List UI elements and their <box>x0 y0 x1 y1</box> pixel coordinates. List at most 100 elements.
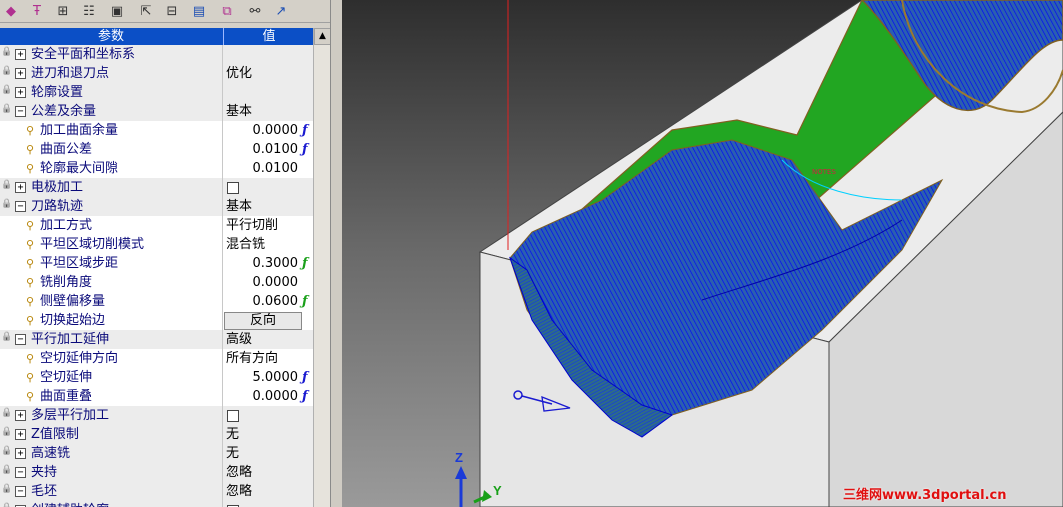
grid-group-row[interactable]: 🔒 − 夹持 忽略 <box>0 463 313 483</box>
grid-property-row[interactable]: ⚲ 空切延伸 5.0000 ƒ <box>0 368 313 388</box>
3d-viewport[interactable]: Z Y <box>342 0 1063 507</box>
grid-property-row[interactable]: ⚲ 空切延伸方向 所有方向 <box>0 349 313 369</box>
property-value[interactable]: 无 <box>226 444 310 463</box>
property-value[interactable]: 忽略 <box>226 482 310 501</box>
link-icon[interactable]: ⚯ <box>246 2 264 20</box>
property-value[interactable]: 0.0000 <box>226 121 299 140</box>
property-value[interactable]: 忽略 <box>226 463 310 482</box>
grid-group-row[interactable]: 🔒 + 进刀和退刀点 优化 <box>0 64 313 84</box>
expand-icon[interactable]: + <box>15 182 26 193</box>
value-column-header[interactable]: 值 <box>223 28 313 45</box>
property-value[interactable]: 0.3000 <box>226 254 299 273</box>
column-divider <box>222 349 223 368</box>
bulb-icon: ⚲ <box>26 124 35 137</box>
expand-icon[interactable]: + <box>15 49 26 60</box>
formula-icon[interactable]: ƒ <box>302 387 308 406</box>
reverse-button[interactable]: 反向 <box>224 312 302 330</box>
lock-icon[interactable]: 🔒 <box>1 332 12 342</box>
monitor-icon[interactable]: ▣ <box>108 2 126 20</box>
property-value[interactable]: 0.0000 <box>226 387 299 406</box>
formula-icon[interactable]: ƒ <box>302 140 308 159</box>
property-value[interactable]: 5.0000 <box>226 368 299 387</box>
expand-icon[interactable]: + <box>15 429 26 440</box>
lock-icon[interactable]: 🔒 <box>1 66 12 76</box>
grid-property-row[interactable]: ⚲ 曲面重叠 0.0000 ƒ <box>0 387 313 407</box>
lock-icon[interactable]: 🔒 <box>1 104 12 114</box>
export-icon[interactable]: ⇱ <box>137 2 155 20</box>
column-divider <box>222 235 223 254</box>
property-value[interactable]: 混合铣 <box>226 235 310 254</box>
param-column-header[interactable]: 参数 <box>0 28 222 45</box>
formula-icon[interactable]: ƒ <box>302 292 308 311</box>
grid-property-row[interactable]: ⚲ 切换起始边 反向 <box>0 311 313 331</box>
lock-icon[interactable]: 🔒 <box>1 465 12 475</box>
grid-group-row[interactable]: 🔒 + 电极加工 <box>0 178 313 198</box>
grid-group-row[interactable]: 🔒−创建辅助轮廓 <box>0 501 313 507</box>
lock-icon[interactable]: 🔒 <box>1 446 12 456</box>
collapse-icon[interactable]: − <box>15 486 26 497</box>
save-icon[interactable]: ▤ <box>190 2 208 20</box>
grid-group-row[interactable]: 🔒 − 刀路轨迹 基本 <box>0 197 313 217</box>
lock-icon[interactable]: 🔒 <box>1 85 12 95</box>
property-checkbox[interactable] <box>227 182 239 194</box>
property-checkbox[interactable] <box>227 410 239 422</box>
grid-group-row[interactable]: 🔒 − 公差及余量 基本 <box>0 102 313 122</box>
property-value[interactable]: 无 <box>226 425 310 444</box>
expand-icon[interactable]: + <box>15 448 26 459</box>
property-value[interactable]: 基本 <box>226 197 310 216</box>
lock-icon[interactable]: 🔒 <box>1 47 12 57</box>
grid-group-row[interactable]: 🔒 − 毛坯 忽略 <box>0 482 313 502</box>
grid-property-row[interactable]: ⚲ 平坦区域步距 0.3000 ƒ <box>0 254 313 274</box>
expand-icon[interactable]: + <box>15 68 26 79</box>
expand-icon[interactable]: + <box>15 87 26 98</box>
collapse-icon[interactable]: − <box>15 467 26 478</box>
grid-property-row[interactable]: ⚲ 铣削角度 0.0000 <box>0 273 313 293</box>
list-icon[interactable]: ☷ <box>80 2 98 20</box>
grid-property-row[interactable]: ⚲ 曲面公差 0.0100 ƒ <box>0 140 313 160</box>
lock-icon[interactable]: 🔒 <box>1 427 12 437</box>
cursor-icon[interactable]: ↗ <box>272 2 290 20</box>
property-value[interactable]: 平行切削 <box>226 216 310 235</box>
property-value[interactable]: 0.0000 <box>226 273 299 292</box>
group-icon[interactable]: ⊞ <box>54 2 72 20</box>
formula-icon[interactable]: ƒ <box>302 254 308 273</box>
lock-icon[interactable]: 🔒 <box>1 503 12 507</box>
grid-property-row[interactable]: ⚲ 加工曲面余量 0.0000 ƒ <box>0 121 313 141</box>
property-name: 曲面公差 <box>40 142 93 157</box>
grid-group-row[interactable]: 🔒 + 安全平面和坐标系 <box>0 45 313 65</box>
lock-icon[interactable]: 🔒 <box>1 180 12 190</box>
expand-icon[interactable]: + <box>15 410 26 421</box>
grid-property-row[interactable]: ⚲ 平坦区域切削模式 混合铣 <box>0 235 313 255</box>
property-value[interactable]: 0.0100 <box>226 159 299 178</box>
vertical-scrollbar[interactable]: ▲ <box>313 28 331 507</box>
collapse-icon[interactable]: − <box>15 201 26 212</box>
lock-icon[interactable]: 🔒 <box>1 408 12 418</box>
pin-icon[interactable]: Ŧ <box>28 2 46 20</box>
grid-property-row[interactable]: ⚲ 加工方式 平行切削 <box>0 216 313 236</box>
property-value[interactable]: 优化 <box>226 64 310 83</box>
grid-group-row[interactable]: 🔒 − 平行加工延伸 高级 <box>0 330 313 350</box>
collapse-icon[interactable]: − <box>15 334 26 345</box>
property-value[interactable]: 高级 <box>226 330 310 349</box>
formula-icon[interactable]: ƒ <box>302 368 308 387</box>
tree-icon[interactable]: ⊟ <box>163 2 181 20</box>
copy-icon[interactable]: ⧉ <box>218 2 236 20</box>
grid-group-row[interactable]: 🔒 + 多层平行加工 <box>0 406 313 426</box>
property-value[interactable]: 0.0600 <box>226 292 299 311</box>
grid-group-row[interactable]: 🔒 + 轮廓设置 <box>0 83 313 103</box>
property-value[interactable]: 所有方向 <box>226 349 310 368</box>
column-divider <box>222 387 223 406</box>
column-divider <box>222 311 223 330</box>
grid-property-row[interactable]: ⚲ 轮廓最大间隙 0.0100 <box>0 159 313 179</box>
property-value[interactable]: 基本 <box>226 102 310 121</box>
grid-group-row[interactable]: 🔒 + Z值限制 无 <box>0 425 313 445</box>
lock-icon[interactable]: 🔒 <box>1 484 12 494</box>
scroll-up-arrow[interactable]: ▲ <box>314 28 331 45</box>
grid-property-row[interactable]: ⚲ 侧壁偏移量 0.0600 ƒ <box>0 292 313 312</box>
eraser-icon[interactable]: ◆ <box>2 2 20 20</box>
grid-group-row[interactable]: 🔒 + 高速铣 无 <box>0 444 313 464</box>
lock-icon[interactable]: 🔒 <box>1 199 12 209</box>
property-value[interactable]: 0.0100 <box>226 140 299 159</box>
collapse-icon[interactable]: − <box>15 106 26 117</box>
formula-icon[interactable]: ƒ <box>302 121 308 140</box>
